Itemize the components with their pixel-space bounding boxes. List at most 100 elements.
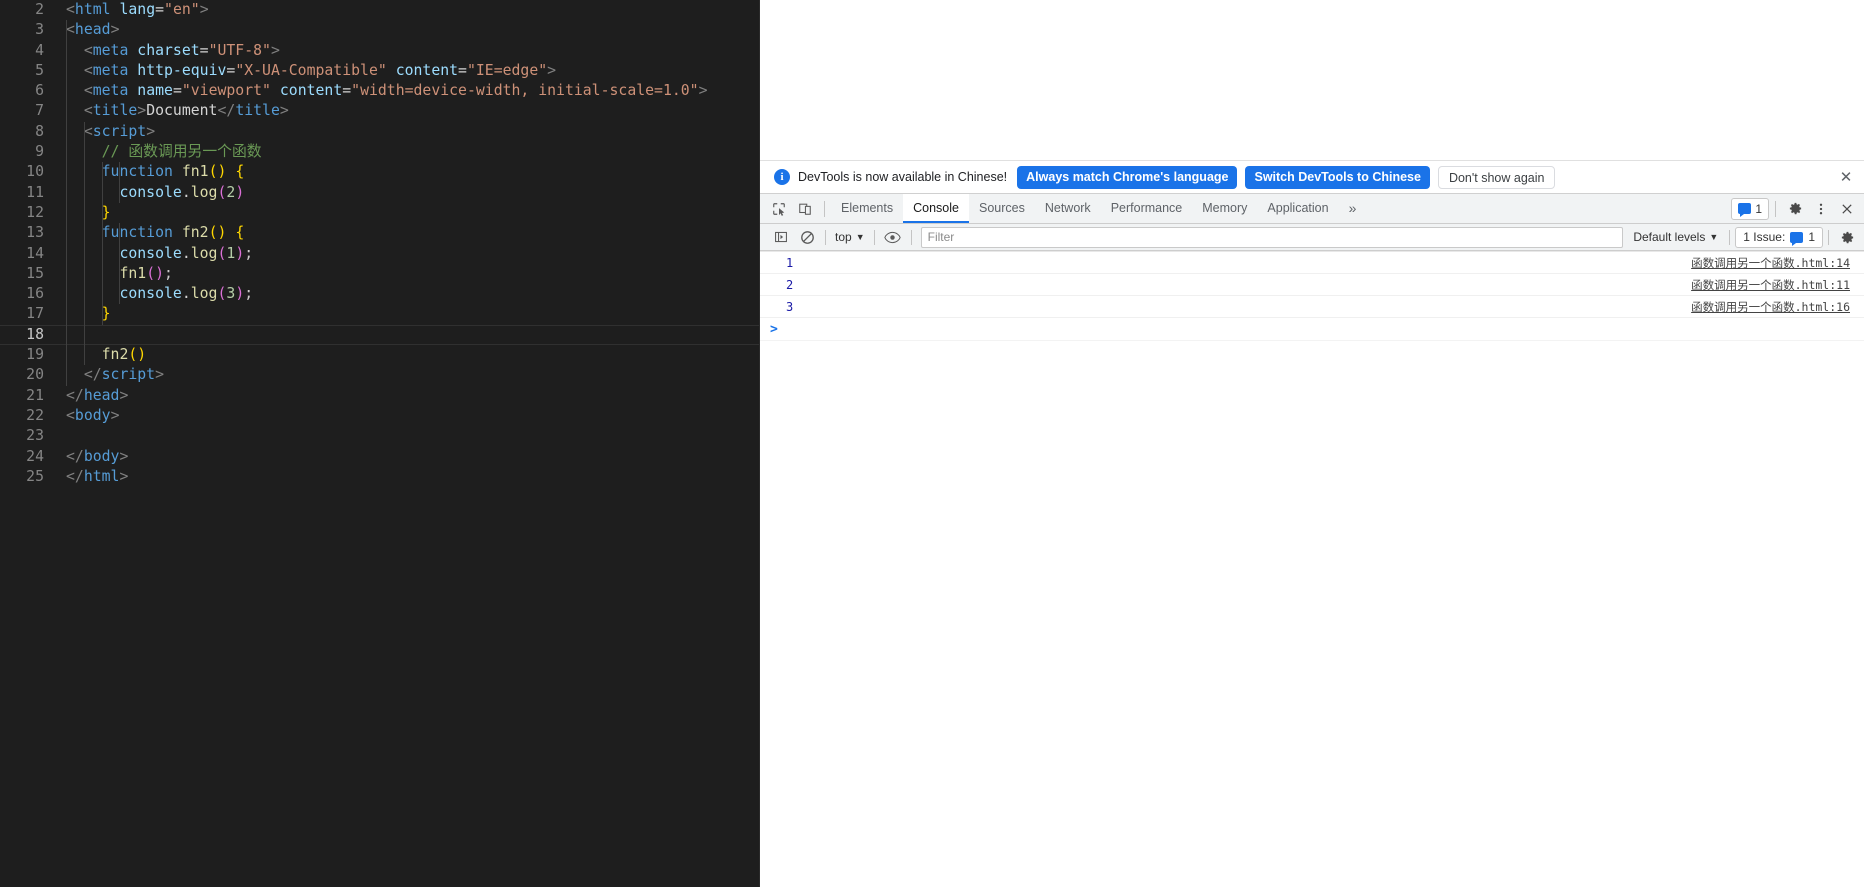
devtools-tab-bar: Elements Console Sources Network Performance…	[760, 194, 1864, 224]
code-editor-pane[interactable]: 2 <html lang="en"> 3 <head> 4 <meta charset=…	[0, 0, 760, 887]
code-line[interactable]: 3 <head>	[0, 20, 760, 40]
console-settings-gear-icon[interactable]	[1834, 226, 1860, 248]
screen: 2 <html lang="en"> 3 <head> 4 <meta charset=…	[0, 0, 1864, 887]
code-text: <script>	[66, 122, 156, 140]
code-text: <body>	[66, 406, 120, 424]
console-toolbar-divider-5	[1828, 229, 1829, 245]
line-number: 21	[26, 386, 44, 404]
line-number: 23	[26, 427, 44, 445]
tab-label: Performance	[1110, 201, 1183, 215]
console-log-levels-dropdown[interactable]: Default levels ▼	[1627, 230, 1724, 244]
console-message-row[interactable]: 2 函数调用另一个函数.html:11	[760, 274, 1864, 296]
tab-network[interactable]: Network	[1035, 194, 1101, 223]
code-text: </html>	[66, 467, 129, 485]
code-line[interactable]: 14 console.log(1);	[0, 244, 760, 264]
prompt-caret-icon: >	[770, 321, 778, 337]
code-line[interactable]: 12 }	[0, 203, 760, 223]
message-count-badge[interactable]: 1	[1731, 197, 1769, 220]
console-sidebar-icon[interactable]	[768, 226, 794, 248]
console-messages: 1 函数调用另一个函数.html:14 2 函数调用另一个函数.html:11 3 函数调…	[760, 251, 1864, 318]
console-message-value: 2	[786, 277, 794, 292]
line-number: 17	[26, 305, 44, 323]
issues-count: 1	[1808, 230, 1815, 244]
execution-context-dropdown[interactable]: top ▼	[831, 227, 869, 247]
tab-sources[interactable]: Sources	[969, 194, 1035, 223]
tab-elements[interactable]: Elements	[831, 194, 903, 223]
code-line[interactable]: 7 <title>Document</title>	[0, 101, 760, 121]
tab-console[interactable]: Console	[903, 194, 969, 223]
close-devtools-icon[interactable]	[1834, 197, 1860, 221]
tab-list: Elements Console Sources Network Performance…	[831, 194, 1339, 223]
code-text: console.log(3);	[119, 285, 254, 303]
chat-bubble-icon	[1738, 203, 1752, 217]
code-line[interactable]: 8 <script>	[0, 122, 760, 142]
code-line[interactable]: 22 <body>	[0, 406, 760, 426]
line-number: 9	[35, 143, 44, 161]
code-line[interactable]: 5 <meta http-equiv="X-UA-Compatible" con…	[0, 61, 760, 81]
code-line[interactable]: 16 console.log(3);	[0, 284, 760, 304]
code-line[interactable]: 23	[0, 426, 760, 446]
code-line[interactable]: 9 // 函数调用另一个函数	[0, 142, 760, 162]
dont-show-again-button[interactable]: Don't show again	[1437, 165, 1556, 189]
code-text: fn2()	[101, 346, 147, 364]
console-message-row[interactable]: 1 函数调用另一个函数.html:14	[760, 251, 1864, 274]
code-line[interactable]: 20 </script>	[0, 365, 760, 385]
line-number: 8	[35, 122, 44, 140]
code-line[interactable]: 15 fn1();	[0, 264, 760, 284]
console-message-list[interactable]: 1 函数调用另一个函数.html:14 2 函数调用另一个函数.html:11 3 函数调…	[760, 251, 1864, 887]
always-match-chrome-language-button[interactable]: Always match Chrome's language	[1017, 165, 1238, 189]
code-line[interactable]: 11 console.log(2)	[0, 183, 760, 203]
tab-application[interactable]: Application	[1257, 194, 1338, 223]
console-message-source-link[interactable]: 函数调用另一个函数.html:16	[1691, 299, 1850, 315]
code-text: </script>	[66, 366, 165, 384]
live-expression-eye-icon[interactable]	[880, 226, 906, 248]
line-number: 3	[35, 21, 44, 39]
code-line[interactable]: 4 <meta charset="UTF-8">	[0, 41, 760, 61]
code-text: </body>	[66, 447, 129, 465]
tab-label: Network	[1044, 201, 1091, 215]
clear-console-icon[interactable]	[794, 226, 820, 248]
code-line[interactable]: 17 }	[0, 304, 760, 324]
issues-badge[interactable]: 1 Issue: 1	[1735, 226, 1823, 248]
code-text: function fn1() {	[101, 163, 245, 181]
console-toolbar-divider-4	[1729, 229, 1731, 245]
execution-context-value: top	[835, 230, 852, 244]
code-line[interactable]: 24 </body>	[0, 447, 760, 467]
code-lines-container[interactable]: 2 <html lang="en"> 3 <head> 4 <meta charset=…	[0, 0, 760, 487]
code-line[interactable]: 6 <meta name="viewport" content="width=d…	[0, 81, 760, 101]
console-filter-input[interactable]	[920, 226, 1624, 248]
line-number: 6	[35, 82, 44, 100]
tab-label: Sources	[978, 201, 1025, 215]
kebab-menu-icon[interactable]	[1808, 197, 1834, 221]
close-icon[interactable]: ✕	[1836, 167, 1856, 187]
console-message-row[interactable]: 3 函数调用另一个函数.html:16	[760, 296, 1864, 318]
code-line[interactable]: 25 </html>	[0, 467, 760, 487]
console-prompt-input[interactable]	[783, 321, 1864, 337]
console-message-source-link[interactable]: 函数调用另一个函数.html:11	[1691, 277, 1850, 293]
console-toolbar-divider-3	[910, 229, 912, 245]
tab-performance[interactable]: Performance	[1101, 194, 1193, 223]
language-notification-bar: i DevTools is now available in Chinese! …	[760, 161, 1864, 194]
console-prompt-row[interactable]: >	[760, 318, 1864, 341]
code-line[interactable]: 19 fn2()	[0, 345, 760, 365]
line-number: 14	[26, 244, 44, 262]
code-line[interactable]: 21 </head>	[0, 386, 760, 406]
console-toolbar-divider-2	[873, 229, 875, 245]
code-text: <head>	[66, 21, 120, 39]
line-number: 24	[26, 447, 44, 465]
gear-icon[interactable]	[1782, 197, 1808, 221]
inspect-element-icon[interactable]	[766, 197, 792, 221]
more-tabs-icon[interactable]: »	[1339, 194, 1367, 223]
code-line[interactable]: 18	[0, 324, 760, 346]
switch-devtools-to-chinese-button[interactable]: Switch DevTools to Chinese	[1245, 165, 1430, 189]
line-number: 22	[26, 406, 44, 424]
device-toolbar-icon[interactable]	[792, 197, 818, 221]
tabbar-divider	[824, 200, 825, 217]
tab-memory[interactable]: Memory	[1192, 194, 1257, 223]
line-number: 20	[26, 366, 44, 384]
code-text: <meta name="viewport" content="width=dev…	[66, 82, 708, 100]
console-message-source-link[interactable]: 函数调用另一个函数.html:14	[1691, 255, 1850, 271]
code-line[interactable]: 2 <html lang="en">	[0, 0, 760, 20]
code-line[interactable]: 13 function fn2() {	[0, 223, 760, 243]
code-line[interactable]: 10 function fn1() {	[0, 162, 760, 182]
